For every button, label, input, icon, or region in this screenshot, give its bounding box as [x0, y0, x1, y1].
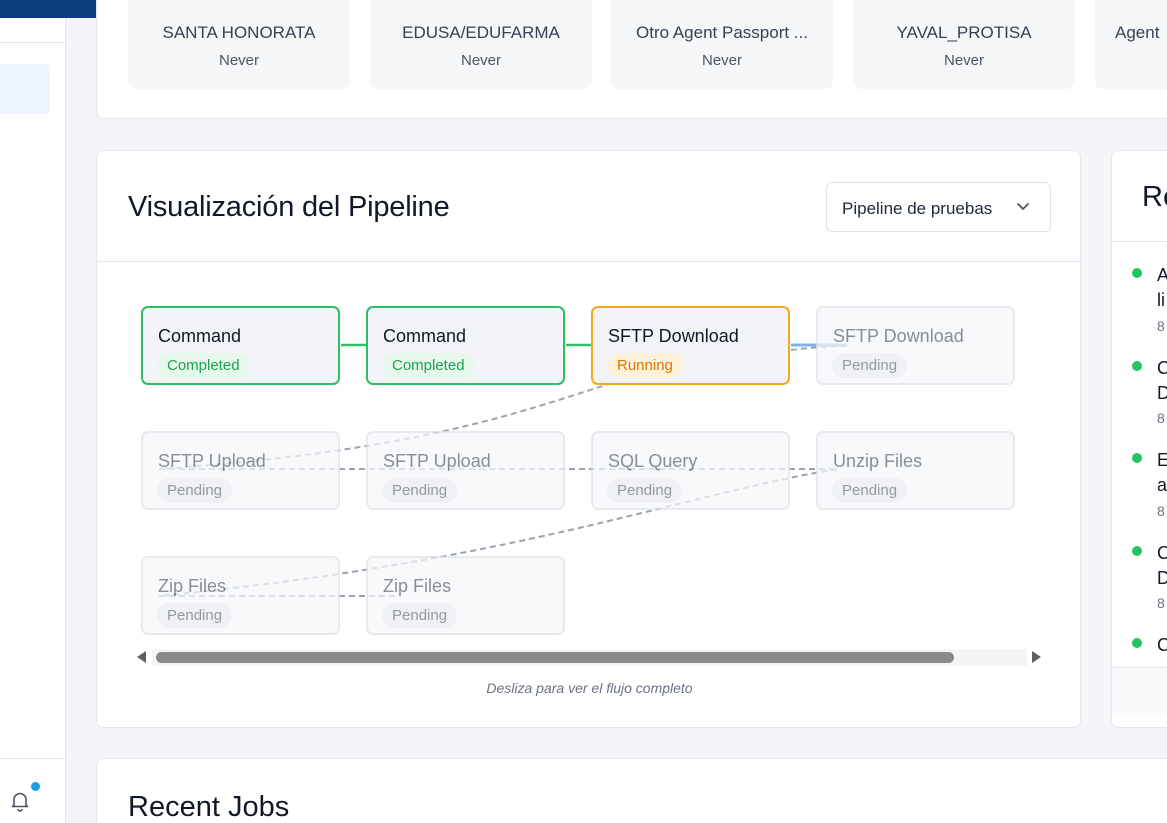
pipeline-node[interactable]: SFTP Download Running: [591, 306, 790, 385]
pipeline-node[interactable]: SFTP Download Pending: [816, 306, 1015, 385]
pipeline-node[interactable]: Zip Files Pending: [366, 556, 565, 635]
recent-divider: [1112, 241, 1167, 242]
sidebar-bottom-divider: [0, 758, 66, 759]
scroll-right-arrow-icon[interactable]: [1032, 651, 1041, 663]
status-dot: [1132, 453, 1142, 463]
pipeline-node[interactable]: Zip Files Pending: [141, 556, 340, 635]
pipeline-node[interactable]: Unzip Files Pending: [816, 431, 1015, 510]
scroll-hint: Desliza para ver el flujo completo: [486, 680, 693, 696]
activity-text: D: [1157, 383, 1167, 404]
agents-panel: SANTA HONORATA Never EDUSA/EDUFARMA Neve…: [96, 0, 1167, 119]
pipeline-node[interactable]: Command Completed: [366, 306, 565, 385]
node-status-badge: Running: [607, 353, 683, 378]
agent-tile[interactable]: SANTA HONORATA Never: [128, 0, 350, 89]
agent-name: EDUSA/EDUFARMA: [402, 23, 560, 42]
activity-text: A: [1157, 265, 1167, 286]
node-title: Zip Files: [383, 576, 452, 596]
sidebar: [0, 18, 66, 823]
bell-icon: [11, 792, 29, 812]
node-status-badge: Pending: [832, 478, 908, 503]
pipeline-node[interactable]: Command Completed: [141, 306, 340, 385]
recent-jobs-title: Recent Jobs: [128, 791, 290, 823]
agent-tile[interactable]: Otro Agent Passport ... Never: [611, 0, 833, 89]
pipeline-node[interactable]: SFTP Upload Pending: [366, 431, 565, 510]
activity-time: 8: [1157, 410, 1165, 426]
scroll-left-arrow-icon[interactable]: [137, 651, 146, 663]
agent-last-seen: Never: [460, 52, 501, 69]
pipeline-node[interactable]: SQL Query Pending: [591, 431, 790, 510]
status-dot: [1132, 638, 1142, 648]
recent-footer: [1112, 668, 1167, 713]
agent-name: Agent: [1115, 23, 1160, 42]
recent-activity-card: Re A li 8 C D 8 E a 8 C D 8 C: [1111, 150, 1167, 728]
node-title: SFTP Download: [608, 326, 739, 346]
activity-text: a: [1157, 475, 1167, 495]
activity-time: 8: [1157, 318, 1165, 334]
status-dot: [1132, 361, 1142, 371]
pipeline-node[interactable]: SFTP Upload Pending: [141, 431, 340, 510]
node-status-badge: Pending: [382, 478, 458, 503]
activity-text: D: [1157, 568, 1167, 589]
agent-tile[interactable]: Agent: [1095, 0, 1167, 89]
pipeline-visualization-card: Visualización del Pipeline Pipeline de p…: [96, 150, 1081, 728]
node-status-badge: Pending: [157, 478, 233, 503]
agent-tile[interactable]: EDUSA/EDUFARMA Never: [370, 0, 592, 89]
recent-jobs-card: Recent Jobs: [96, 758, 1167, 823]
node-status-badge: Pending: [157, 603, 233, 628]
notifications-button[interactable]: [10, 782, 40, 812]
agent-name: Otro Agent Passport ...: [636, 23, 808, 42]
node-status-badge: Pending: [832, 353, 908, 378]
sidebar-divider: [0, 42, 66, 43]
agent-last-seen: Never: [701, 52, 742, 69]
node-title: Command: [158, 326, 242, 346]
node-title: Zip Files: [158, 576, 227, 596]
pipeline-flow[interactable]: Command Completed Command Completed SFTP…: [97, 151, 1082, 729]
node-title: SFTP Download: [833, 326, 964, 346]
activity-time: 8: [1157, 503, 1165, 519]
node-title: Command: [383, 326, 467, 346]
activity-text: C: [1157, 358, 1167, 379]
activity-text: C: [1157, 635, 1167, 656]
agent-last-seen: Never: [218, 52, 259, 69]
node-title: SFTP Upload: [383, 451, 491, 471]
activity-text: li: [1157, 290, 1165, 310]
node-title: Unzip Files: [833, 451, 923, 471]
agent-name: SANTA HONORATA: [162, 23, 316, 42]
recent-activity-title: Re: [1142, 181, 1167, 213]
activity-text: C: [1157, 543, 1167, 564]
activity-time: 8: [1157, 595, 1165, 611]
node-title: SFTP Upload: [158, 451, 266, 471]
horizontal-scrollbar-thumb[interactable]: [156, 652, 954, 663]
node-status-badge: Completed: [382, 353, 475, 378]
agent-tile[interactable]: YAVAL_PROTISA Never: [853, 0, 1075, 89]
node-status-badge: Pending: [607, 478, 683, 503]
node-title: SQL Query: [608, 451, 698, 471]
status-dot: [1132, 546, 1142, 556]
activity-text: E: [1157, 450, 1167, 471]
notification-dot: [31, 782, 40, 791]
agent-name: YAVAL_PROTISA: [896, 23, 1032, 42]
sidebar-active-item[interactable]: [0, 64, 50, 114]
node-status-badge: Pending: [382, 603, 458, 628]
agent-last-seen: Never: [943, 52, 984, 69]
node-status-badge: Completed: [157, 353, 250, 378]
status-dot: [1132, 268, 1142, 278]
